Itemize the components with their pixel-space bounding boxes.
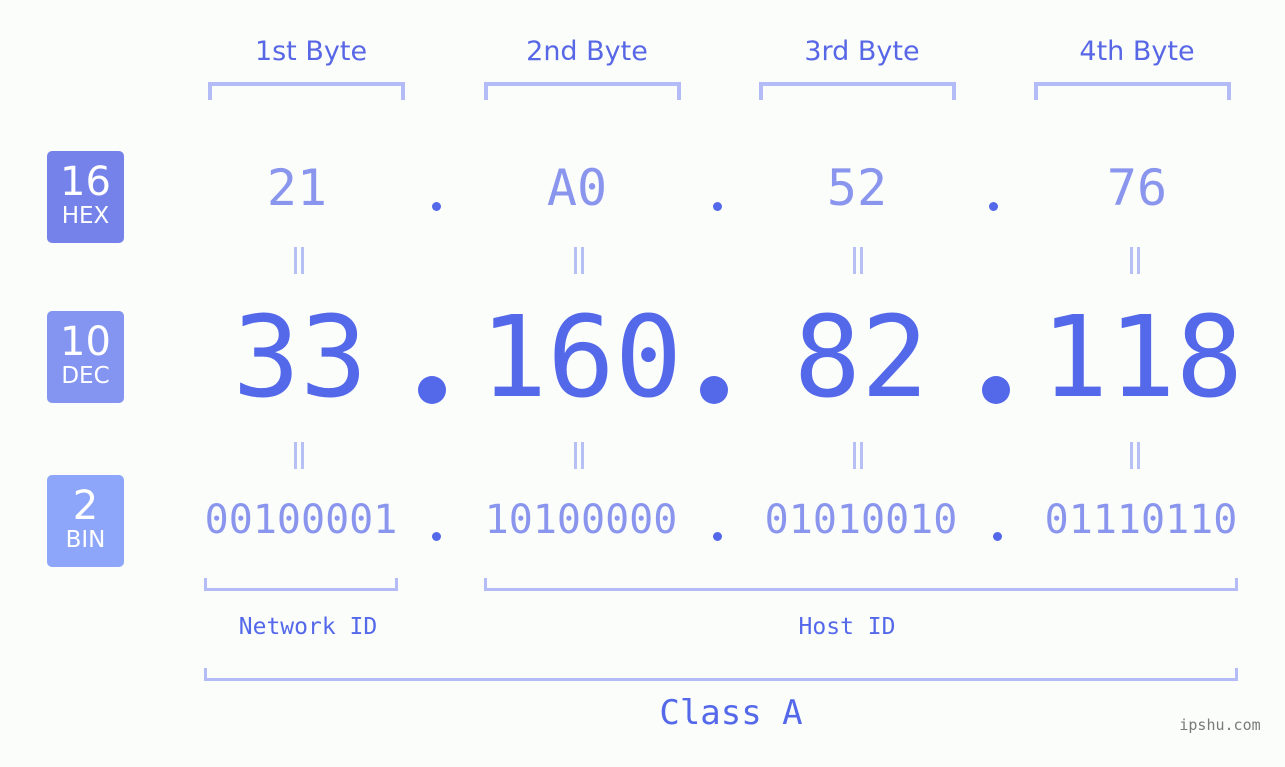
dec-value-2: 160 — [479, 293, 683, 423]
equals-icon — [853, 247, 865, 274]
host-id-bracket — [484, 578, 1238, 591]
network-id-bracket — [204, 578, 398, 591]
dec-base-label: DEC — [61, 363, 110, 389]
byte-header-4: 4th Byte — [1079, 36, 1195, 67]
bin-value-2: 10100000 — [484, 497, 678, 543]
bin-value-4: 01110110 — [1044, 497, 1238, 543]
class-bracket — [204, 668, 1238, 681]
bin-base-label: BIN — [65, 527, 106, 553]
hex-dot-separator — [989, 202, 998, 211]
hex-value-4: 76 — [1106, 159, 1168, 217]
equals-icon — [294, 247, 306, 274]
equals-icon — [1130, 442, 1142, 469]
dec-value-3: 82 — [793, 293, 929, 423]
byte-header-2: 2nd Byte — [526, 36, 648, 67]
byte-bracket-3 — [759, 82, 956, 100]
equals-icon — [853, 442, 865, 469]
bin-badge: 2 BIN — [47, 475, 124, 567]
equals-icon — [574, 442, 586, 469]
dec-value-4: 118 — [1040, 293, 1244, 423]
bin-dot-separator — [993, 532, 1002, 541]
bin-dot-separator — [432, 532, 441, 541]
equals-icon — [574, 247, 586, 274]
bin-base-number: 2 — [72, 483, 99, 529]
hex-value-1: 21 — [266, 159, 328, 217]
dec-value-1: 33 — [232, 293, 368, 423]
hex-badge: 16 HEX — [47, 151, 124, 243]
bin-value-1: 00100001 — [204, 497, 398, 543]
class-label: Class A — [659, 693, 803, 733]
byte-header-1: 1st Byte — [254, 36, 368, 67]
dec-badge: 10 DEC — [47, 311, 124, 403]
hex-dot-separator — [432, 202, 441, 211]
hex-base-label: HEX — [61, 203, 110, 229]
hex-base-number: 16 — [60, 159, 111, 205]
hex-value-3: 52 — [826, 159, 888, 217]
dec-base-number: 10 — [60, 319, 111, 365]
bin-dot-separator — [713, 532, 722, 541]
byte-header-3: 3rd Byte — [804, 36, 920, 67]
brand-watermark: ipshu.com — [1179, 716, 1261, 734]
byte-bracket-1 — [208, 82, 405, 100]
byte-bracket-2 — [484, 82, 681, 100]
byte-bracket-4 — [1034, 82, 1231, 100]
bin-value-3: 01010010 — [764, 497, 958, 543]
host-id-label: Host ID — [798, 614, 896, 640]
equals-icon — [294, 442, 306, 469]
hex-value-2: A0 — [546, 159, 608, 217]
network-id-label: Network ID — [238, 614, 378, 640]
equals-icon — [1130, 247, 1142, 274]
hex-dot-separator — [713, 202, 722, 211]
